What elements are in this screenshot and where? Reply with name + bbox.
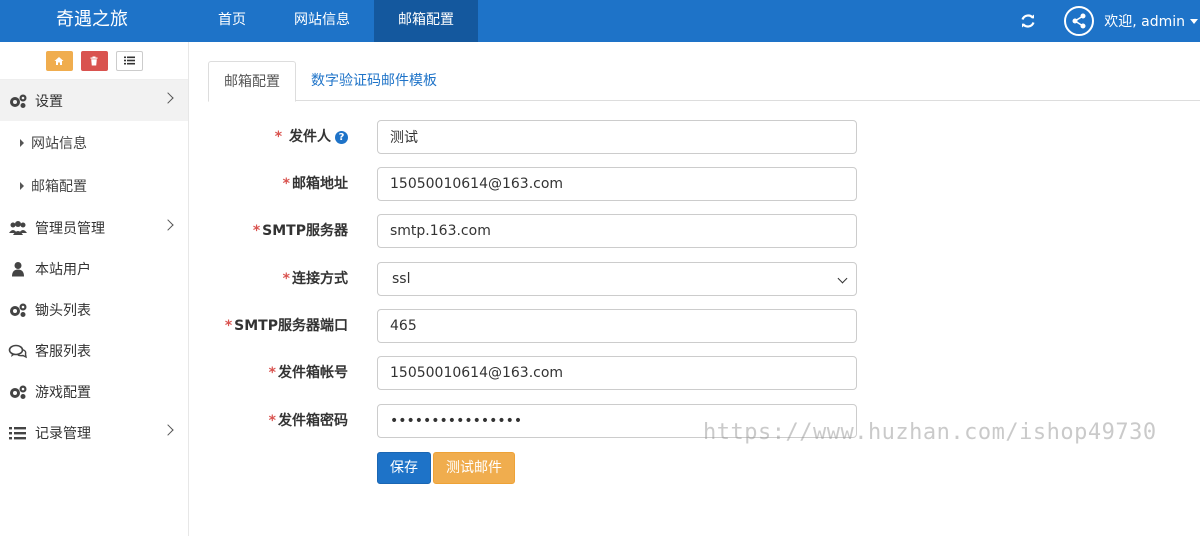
users-icon [8, 220, 28, 236]
list-icon [123, 56, 135, 65]
sidebar-toolbar [0, 42, 188, 80]
chevron-right-icon [162, 92, 174, 104]
account-input[interactable] [377, 356, 857, 390]
gears-icon [8, 384, 28, 400]
brand-title[interactable]: 奇遇之旅 [56, 0, 128, 42]
save-button[interactable]: 保存 [377, 452, 431, 484]
smtp-port-label: * SMTP服务器端口 [224, 318, 348, 334]
sidebar-item-settings[interactable]: 设置 [0, 80, 188, 121]
clear-cache-button[interactable] [80, 50, 108, 71]
content-tabs: 邮箱配置 数字验证码邮件模板 [208, 61, 1200, 102]
nav-mail-config[interactable]: 邮箱配置 [374, 0, 478, 42]
connection-value: ssl [392, 271, 411, 287]
nav-site-info[interactable]: 网站信息 [270, 0, 374, 42]
email-input[interactable] [377, 167, 857, 201]
form-row-sender: * 发件人? [200, 120, 860, 154]
sender-input[interactable] [377, 120, 857, 154]
sidebar-item-label: 网站信息 [31, 135, 87, 152]
sidebar-item-label: 游戏配置 [35, 384, 91, 401]
sidebar-item-game-config[interactable]: 游戏配置 [0, 371, 188, 412]
sidebar-item-label: 设置 [35, 93, 63, 110]
sender-label: * 发件人? [275, 120, 348, 154]
form-row-email: * 邮箱地址 [200, 167, 860, 201]
sidebar-item-site-users[interactable]: 本站用户 [0, 248, 188, 289]
caret-right-icon [20, 138, 24, 147]
smtp-server-input[interactable] [377, 214, 857, 248]
account-label: * 发件箱帐号 [268, 365, 348, 381]
nav-home[interactable]: 首页 [194, 0, 270, 42]
email-label: * 邮箱地址 [282, 176, 348, 192]
help-icon[interactable]: ? [335, 130, 348, 144]
user-icon [8, 261, 28, 277]
sidebar-item-label: 锄头列表 [35, 302, 91, 319]
test-mail-button[interactable]: 测试邮件 [433, 452, 515, 484]
caret-down-icon[interactable] [1190, 18, 1198, 24]
password-label: * 发件箱密码 [268, 413, 348, 429]
sidebar-subitem-site-info[interactable]: 网站信息 [0, 121, 188, 164]
sidebar-item-admin-management[interactable]: 管理员管理 [0, 207, 188, 248]
sidebar: 设置 网站信息 邮箱配置 管理员管理 本站用户 锄头列表 客服列表 游戏配置 记… [0, 42, 189, 536]
caret-right-icon [20, 181, 24, 190]
sidebar-item-hoe-list[interactable]: 锄头列表 [0, 289, 188, 330]
form-row-smtp-port: * SMTP服务器端口 [200, 309, 860, 343]
chevron-right-icon [162, 424, 174, 436]
tab-mail-config[interactable]: 邮箱配置 [208, 61, 296, 102]
avatar[interactable] [1064, 6, 1095, 36]
sidebar-item-label: 邮箱配置 [31, 178, 87, 195]
chat-icon [8, 343, 28, 359]
connection-select[interactable]: ssl [377, 262, 857, 296]
sidebar-subitem-mail-config[interactable]: 邮箱配置 [0, 164, 188, 207]
trash-icon [90, 56, 98, 65]
sidebar-item-label: 客服列表 [35, 343, 91, 360]
form-row-account: * 发件箱帐号 [200, 356, 860, 390]
sidebar-item-records[interactable]: 记录管理 [0, 412, 188, 453]
sidebar-item-label: 管理员管理 [35, 220, 105, 237]
chevron-down-icon [837, 273, 848, 284]
sidebar-item-label: 本站用户 [35, 261, 91, 278]
form-row-smtp-server: * SMTP服务器 [200, 214, 860, 248]
home-icon [54, 56, 64, 65]
tab-code-mail-template[interactable]: 数字验证码邮件模板 [296, 61, 452, 101]
gears-icon [8, 93, 28, 109]
top-nav: 首页 网站信息 邮箱配置 [194, 0, 478, 42]
refresh-icon[interactable] [1018, 11, 1038, 31]
list-icon [8, 425, 28, 441]
smtp-port-input[interactable] [377, 309, 857, 343]
gears-icon [8, 302, 28, 318]
sidebar-item-label: 记录管理 [35, 425, 91, 442]
watermark: https://www.huzhan.com/ishop49730 [703, 420, 1157, 445]
share-icon [1072, 13, 1086, 29]
connection-label: * 连接方式 [282, 271, 348, 287]
sidebar-item-service-list[interactable]: 客服列表 [0, 330, 188, 371]
smtp-server-label: * SMTP服务器 [252, 223, 348, 239]
home-button[interactable] [45, 50, 73, 71]
list-toggle-button[interactable] [115, 50, 143, 71]
user-area: 欢迎, admin [1018, 0, 1200, 42]
form-row-connection: * 连接方式 ssl [200, 262, 860, 296]
chevron-right-icon [162, 219, 174, 231]
top-navbar: 奇遇之旅 首页 网站信息 邮箱配置 欢迎, admin [0, 0, 1200, 42]
welcome-text[interactable]: 欢迎, admin [1104, 11, 1185, 31]
